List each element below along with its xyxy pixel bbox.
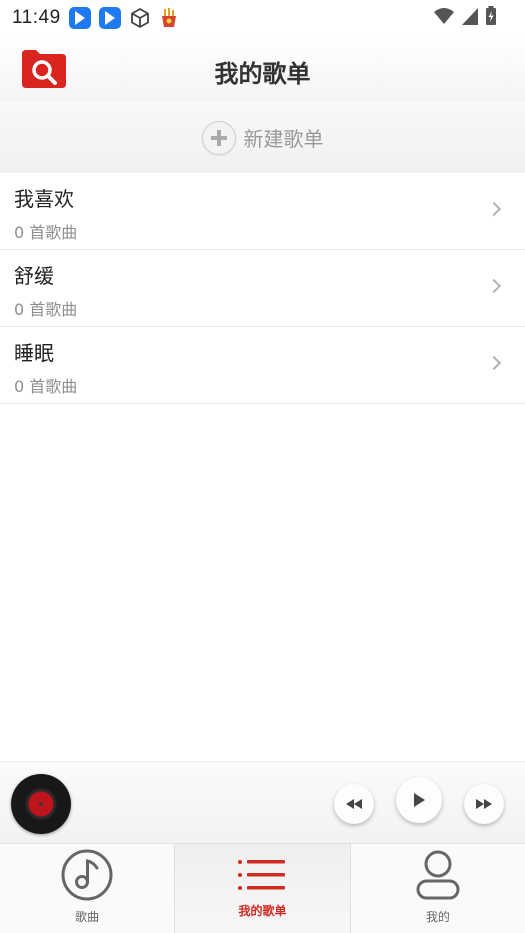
- mini-player: [0, 761, 525, 843]
- new-playlist-label: 新建歌单: [243, 127, 324, 151]
- system-status-icons: [433, 6, 497, 30]
- list-icon: [237, 856, 287, 900]
- status-time: 11:49: [12, 7, 61, 28]
- play-icon: [414, 793, 425, 807]
- tab-label: 我的歌单: [238, 904, 287, 918]
- playlist-name: 睡眠: [14, 341, 54, 365]
- playlist-list: 我喜欢 0 首歌曲 舒缓 0 首歌曲 睡眠 0 首歌曲: [0, 173, 525, 404]
- tab-label: 我的: [425, 910, 450, 924]
- user-icon: [413, 848, 463, 906]
- plus-icon: [201, 120, 236, 155]
- next-button[interactable]: [464, 784, 504, 824]
- fast-forward-icon: [476, 799, 492, 809]
- signal-icon: [461, 6, 479, 30]
- vinyl-record-icon[interactable]: [11, 774, 71, 834]
- status-bar: 11:49: [0, 0, 525, 36]
- page-title: 我的歌单: [214, 60, 311, 88]
- notification-icons: [68, 7, 179, 29]
- battery-icon: [485, 6, 497, 30]
- playlist-name: 我喜欢: [14, 187, 74, 211]
- app-notification-icon-2: [98, 7, 121, 29]
- cube-icon: [129, 7, 151, 29]
- tab-my-playlists[interactable]: 我的歌单: [174, 844, 351, 933]
- chevron-right-icon: [486, 355, 502, 371]
- tab-label: 歌曲: [75, 910, 100, 924]
- playlist-song-count: 0 首歌曲: [14, 377, 78, 396]
- playlist-item-soothing[interactable]: 舒缓 0 首歌曲: [0, 250, 525, 327]
- music-note-icon: [60, 848, 114, 906]
- play-button[interactable]: [396, 777, 442, 823]
- previous-button[interactable]: [334, 784, 374, 824]
- fries-icon: [159, 7, 179, 29]
- chevron-right-icon: [486, 278, 502, 294]
- playlist-item-sleep[interactable]: 睡眠 0 首歌曲: [0, 327, 525, 404]
- playlist-song-count: 0 首歌曲: [14, 223, 78, 242]
- tab-songs[interactable]: 歌曲: [0, 844, 174, 933]
- new-playlist-button[interactable]: 新建歌单: [0, 102, 525, 173]
- playlist-item-favorites[interactable]: 我喜欢 0 首歌曲: [0, 173, 525, 250]
- rewind-icon: [346, 799, 362, 809]
- wifi-icon: [433, 6, 455, 30]
- app-notification-icon: [68, 7, 91, 29]
- bottom-nav: 歌曲 我的歌单 我的: [0, 843, 525, 933]
- playlist-song-count: 0 首歌曲: [14, 300, 78, 319]
- header: 我的歌单: [0, 36, 525, 102]
- playlist-name: 舒缓: [14, 264, 54, 288]
- chevron-right-icon: [486, 201, 502, 217]
- tab-me[interactable]: 我的: [351, 844, 525, 933]
